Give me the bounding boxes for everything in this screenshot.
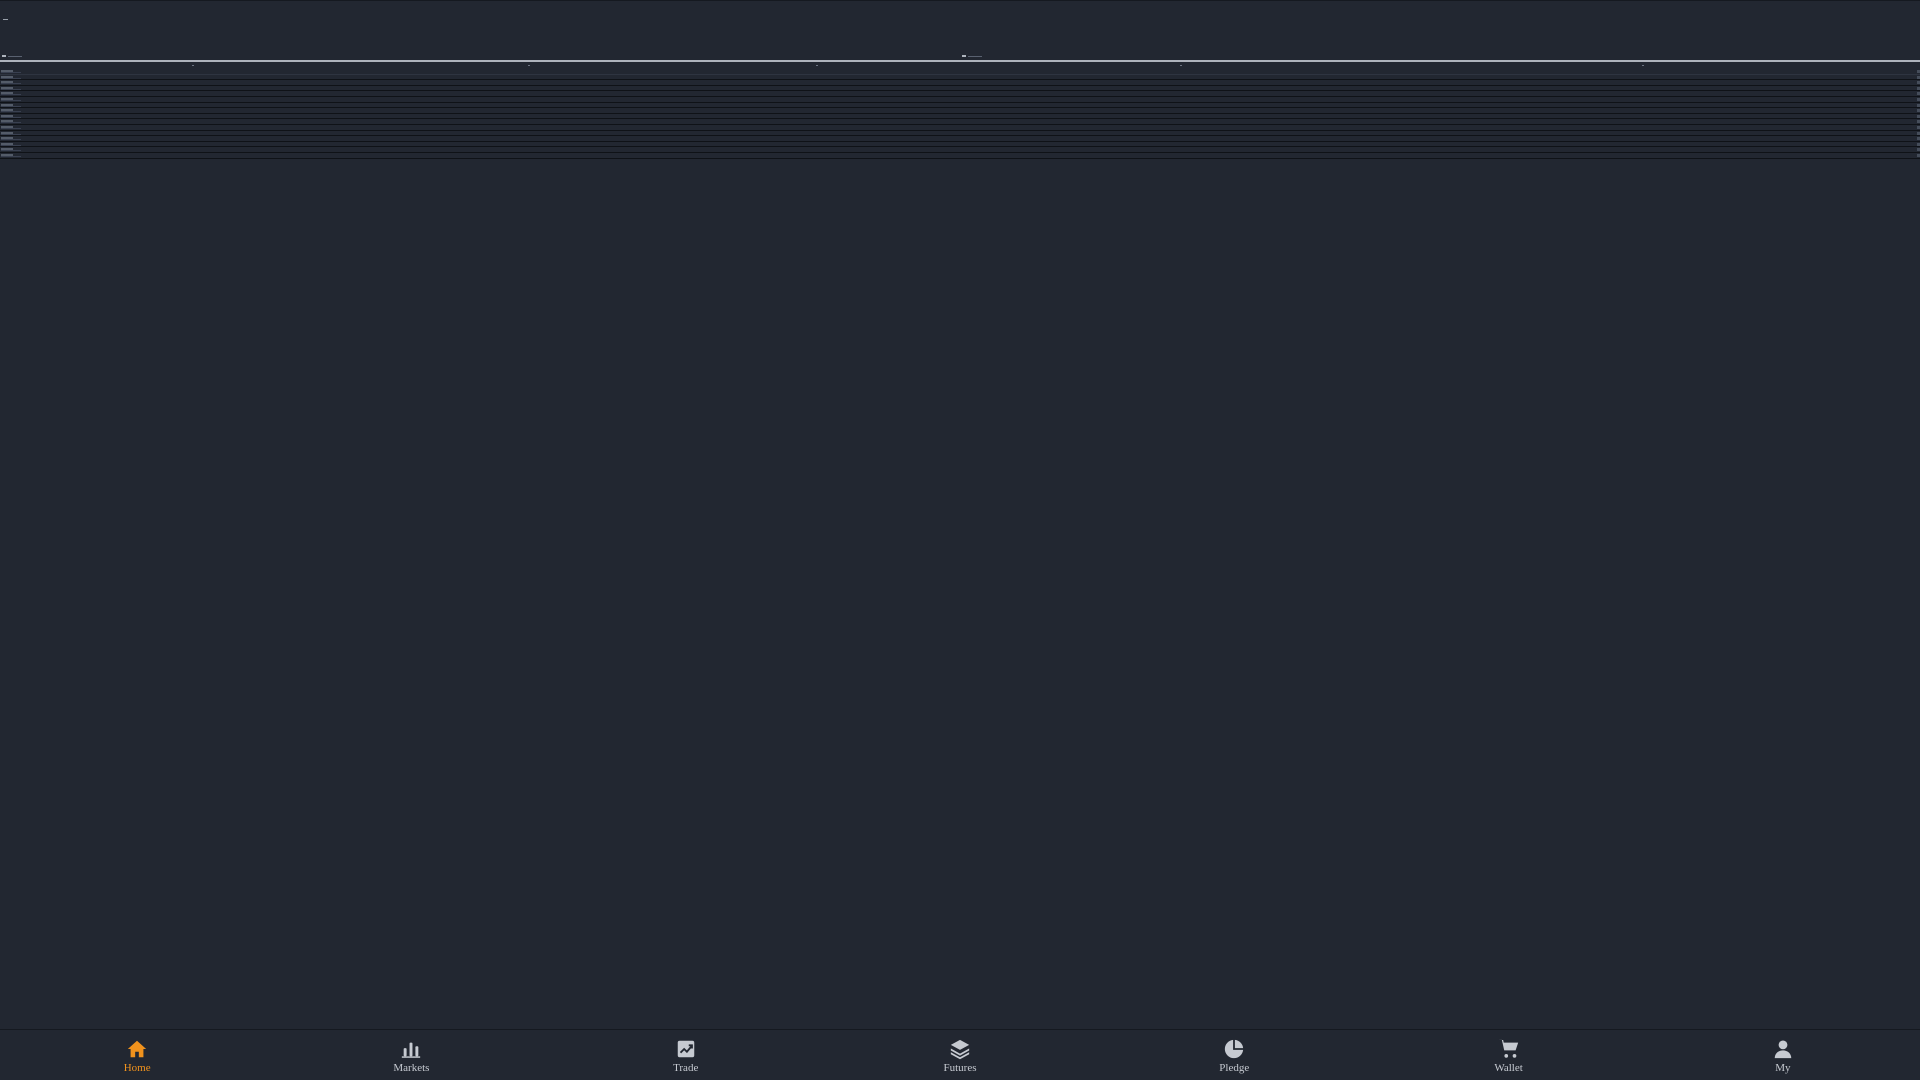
panel-tab-left[interactable]: [2, 53, 22, 59]
header-logo[interactable]: [3, 19, 8, 20]
nav-item-markets[interactable]: Markets: [274, 1030, 548, 1080]
nav-label: Markets: [393, 1062, 430, 1074]
column-header[interactable]: [528, 65, 530, 66]
row-sub: [1, 155, 21, 157]
nav-label: Home: [123, 1062, 151, 1074]
app-root: Home Markets Trade Futures Pledge Wallet My: [0, 0, 1920, 1080]
tab-label: [8, 55, 22, 57]
row-sub: [1, 144, 21, 146]
home-icon: [126, 1038, 148, 1060]
pie-chart-icon: [1223, 1038, 1245, 1060]
nav-item-pledge[interactable]: Pledge: [1097, 1030, 1371, 1080]
row-sub: [1, 105, 21, 107]
row-sub: [1, 127, 21, 129]
row-sub: [1, 122, 21, 124]
row-sub: [1, 116, 21, 118]
row-sub: [1, 94, 21, 96]
layers-icon: [949, 1038, 971, 1060]
column-header[interactable]: [1180, 65, 1182, 66]
nav-label: Futures: [943, 1062, 977, 1074]
nav-label: Pledge: [1219, 1062, 1250, 1074]
nav-item-futures[interactable]: Futures: [823, 1030, 1097, 1080]
tab-icon: [962, 55, 966, 57]
nav-item-my[interactable]: My: [1646, 1030, 1920, 1080]
trend-chart-icon: [675, 1038, 697, 1060]
bottom-nav: Home Markets Trade Futures Pledge Wallet My: [0, 1029, 1920, 1080]
row-sub: [1, 88, 21, 90]
market-row[interactable]: [0, 153, 1920, 159]
row-sub: [1, 83, 21, 85]
nav-item-home[interactable]: Home: [0, 1030, 274, 1080]
row-sub: [1, 77, 21, 79]
row-sub: [1, 72, 21, 73]
market-list: [0, 69, 1920, 159]
bar-chart-icon: [400, 1038, 422, 1060]
section-divider: [0, 60, 1920, 62]
nav-label: Trade: [673, 1062, 699, 1074]
nav-label: Wallet: [1494, 1062, 1523, 1074]
tab-icon: [2, 55, 6, 57]
user-icon: [1772, 1038, 1794, 1060]
tab-label: [968, 55, 982, 57]
nav-item-wallet[interactable]: Wallet: [1371, 1030, 1645, 1080]
panel-tab-right[interactable]: [962, 53, 982, 59]
column-header[interactable]: [1642, 65, 1644, 66]
top-edge: [0, 0, 1920, 1]
column-header[interactable]: [192, 65, 194, 66]
row-sub: [1, 133, 21, 135]
row-sub: [1, 150, 21, 152]
cart-icon: [1498, 1038, 1520, 1060]
nav-item-trade[interactable]: Trade: [549, 1030, 823, 1080]
row-sub: [1, 111, 21, 113]
row-sub: [1, 139, 21, 141]
column-header[interactable]: [816, 65, 818, 66]
row-sub: [1, 99, 21, 101]
nav-label: My: [1775, 1062, 1791, 1074]
